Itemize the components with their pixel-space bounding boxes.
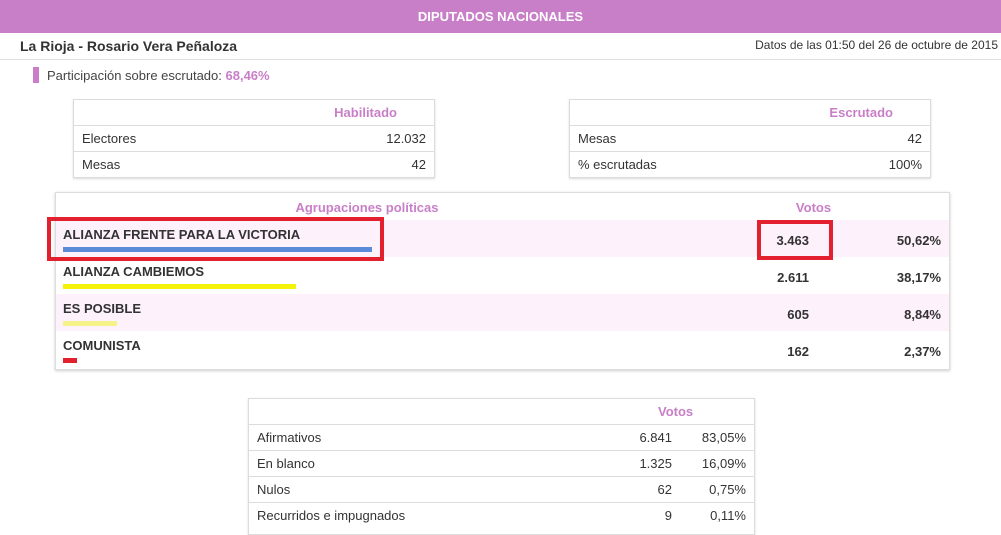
- row-label: En blanco: [257, 456, 315, 471]
- party-share-bar: [63, 358, 77, 363]
- row-label: Electores: [82, 131, 137, 146]
- party-share-bar: [63, 284, 296, 289]
- participation-value: 68,46%: [225, 68, 270, 83]
- participation-label: Participación sobre escrutado:: [47, 68, 222, 83]
- party-percent: 50,62%: [896, 233, 941, 248]
- table-row: En blanco 1.325 16,09%: [249, 451, 754, 477]
- row-label: Nulos: [257, 482, 291, 497]
- row-label: Recurridos e impugnados: [257, 508, 406, 523]
- party-row: ALIANZA CAMBIEMOS 2.611 38,17%: [56, 257, 949, 294]
- divider: [0, 59, 1001, 60]
- habilitado-header: Habilitado: [74, 100, 434, 126]
- data-timestamp: Datos de las 01:50 del 26 de octubre de …: [755, 38, 998, 52]
- habilitado-table: Habilitado Electores 12.032 Mesas 42: [73, 99, 435, 178]
- location-title: La Rioja - Rosario Vera Peñaloza: [20, 38, 238, 54]
- parties-header: Agrupaciones políticas Votos: [56, 193, 949, 219]
- parties-column-header: Agrupaciones políticas: [295, 200, 439, 215]
- party-row: COMUNISTA 162 2,37%: [56, 331, 949, 368]
- row-value: 42: [411, 157, 426, 172]
- page-title: DIPUTADOS NACIONALES: [417, 9, 584, 24]
- row-value: 100%: [888, 157, 922, 172]
- table-row: Recurridos e impugnados 9 0,11%: [249, 503, 754, 528]
- party-share-bar: [63, 321, 117, 326]
- row-label: Mesas: [578, 131, 617, 146]
- highlight-votes-box: [757, 220, 833, 260]
- votes-summary-title: Votos: [658, 404, 694, 419]
- party-percent: 2,37%: [904, 344, 941, 359]
- votes-summary-header: Votos: [249, 399, 754, 425]
- habilitado-title: Habilitado: [334, 105, 397, 120]
- row-percent: 0,75%: [709, 482, 746, 497]
- highlight-party-name-box: [47, 217, 384, 261]
- row-percent: 16,09%: [701, 456, 746, 471]
- table-row: Mesas 42: [74, 152, 434, 177]
- votes-summary-table: Votos Afirmativos 6.841 83,05% En blanco…: [248, 398, 755, 535]
- row-votes: 62: [657, 482, 672, 497]
- row-value: 12.032: [386, 131, 426, 146]
- row-value: 42: [907, 131, 922, 146]
- party-percent: 38,17%: [896, 270, 941, 285]
- escrutado-table: Escrutado Mesas 42 % escrutadas 100%: [569, 99, 931, 178]
- row-label: Afirmativos: [257, 430, 322, 445]
- row-percent: 83,05%: [701, 430, 746, 445]
- row-votes: 1.325: [639, 456, 672, 471]
- row-label: Mesas: [82, 157, 121, 172]
- table-row: Electores 12.032: [74, 126, 434, 152]
- escrutado-title: Escrutado: [829, 105, 893, 120]
- participation-marker-icon: [33, 67, 39, 83]
- row-votes: 9: [664, 508, 672, 523]
- party-votes: 2.611: [777, 270, 809, 285]
- escrutado-header: Escrutado: [570, 100, 930, 126]
- table-row: Afirmativos 6.841 83,05%: [249, 425, 754, 451]
- row-percent: 0,11%: [710, 508, 746, 523]
- party-percent: 8,84%: [904, 307, 941, 322]
- party-name: COMUNISTA: [63, 338, 141, 353]
- party-row: ES POSIBLE 605 8,84%: [56, 294, 949, 331]
- participation-line: Participación sobre escrutado: 68,46%: [47, 68, 270, 83]
- party-name: ALIANZA CAMBIEMOS: [63, 264, 205, 279]
- row-votes: 6.841: [639, 430, 672, 445]
- votes-column-header: Votos: [795, 200, 832, 215]
- table-row: Nulos 62 0,75%: [249, 477, 754, 503]
- row-label: % escrutadas: [578, 157, 657, 172]
- party-votes: 162: [787, 344, 809, 359]
- party-votes: 605: [787, 307, 809, 322]
- table-row: % escrutadas 100%: [570, 152, 930, 177]
- party-name: ES POSIBLE: [63, 301, 142, 316]
- table-row: Mesas 42: [570, 126, 930, 152]
